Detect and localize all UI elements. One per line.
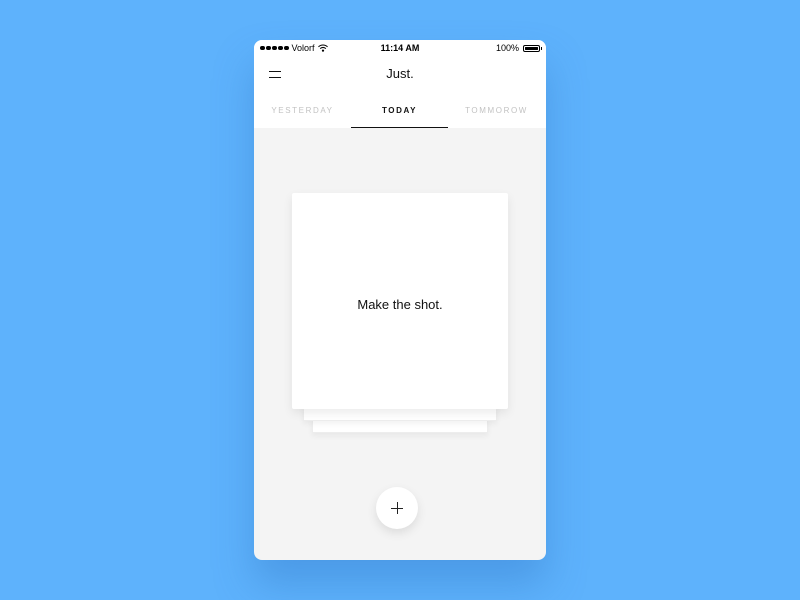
card-stack[interactable]: Make the shot. <box>292 193 508 438</box>
nav-bar: Just. <box>254 56 546 94</box>
tab-yesterday[interactable]: YESTERDAY <box>254 94 351 128</box>
page-title: Just. <box>386 66 414 81</box>
task-card[interactable]: Make the shot. <box>292 193 508 409</box>
tab-bar: YESTERDAY TODAY TOMMOROW <box>254 94 546 128</box>
task-card-text: Make the shot. <box>357 297 443 312</box>
tab-tomorrow[interactable]: TOMMOROW <box>448 94 545 128</box>
phone-screen: Volorf 11:14 AM 100% Just. YESTERDAY TOD… <box>254 40 546 560</box>
add-button[interactable] <box>376 487 418 529</box>
header: Volorf 11:14 AM 100% Just. YESTERDAY TOD… <box>254 40 546 128</box>
status-bar: Volorf 11:14 AM 100% <box>254 40 546 56</box>
tab-today[interactable]: TODAY <box>351 94 448 128</box>
battery-percent: 100% <box>495 43 519 53</box>
status-right: 100% <box>495 43 542 53</box>
battery-icon <box>523 44 542 52</box>
